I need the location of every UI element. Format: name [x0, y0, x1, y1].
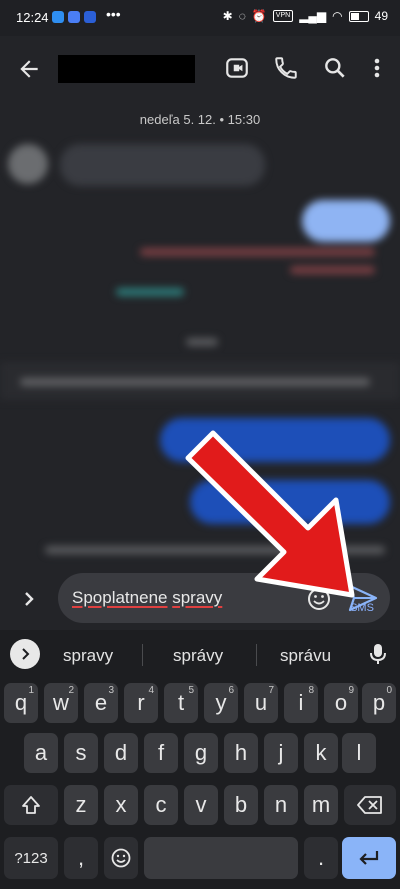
key-s[interactable]: s — [64, 733, 98, 773]
enter-key[interactable] — [342, 837, 396, 879]
shift-key[interactable] — [4, 785, 58, 825]
key-label: o — [334, 690, 348, 715]
chevron-right-icon[interactable] — [14, 584, 44, 614]
space-key[interactable] — [144, 837, 298, 879]
key-f[interactable]: f — [144, 733, 178, 773]
key-label: y — [215, 690, 227, 715]
key-v[interactable]: v — [184, 785, 218, 825]
key-hint: 0 — [386, 685, 392, 696]
battery-percent: 49 — [374, 9, 388, 23]
key-label: i — [298, 690, 304, 715]
key-c[interactable]: c — [144, 785, 178, 825]
emoji-icon — [111, 848, 131, 868]
symbols-key[interactable]: ?123 — [4, 837, 58, 879]
shift-icon — [22, 796, 40, 814]
key-a[interactable]: a — [24, 733, 58, 773]
status-link — [116, 288, 184, 296]
key-u[interactable]: u7 — [244, 683, 278, 723]
key-e[interactable]: e3 — [84, 683, 118, 723]
outgoing-message-bubble — [302, 200, 390, 242]
key-h[interactable]: h — [224, 733, 258, 773]
contact-name-redacted[interactable] — [58, 55, 195, 83]
arrow-left-icon[interactable] — [16, 56, 42, 82]
search-icon[interactable] — [322, 55, 348, 81]
key-label: r — [137, 690, 145, 715]
key-j[interactable]: j — [264, 733, 298, 773]
app-notification-icon — [52, 11, 64, 23]
key-t[interactable]: t5 — [164, 683, 198, 723]
key-hint: 7 — [268, 685, 274, 696]
error-status-text — [140, 248, 375, 256]
keyboard-menu-button[interactable] — [10, 639, 40, 669]
suggestion-1[interactable]: spravy — [63, 646, 113, 666]
suggestion-3[interactable]: správu — [280, 646, 331, 666]
suggestion-divider — [256, 644, 257, 666]
status-time: 12:24 — [16, 10, 49, 25]
phone-icon[interactable] — [273, 55, 299, 81]
alarm-icon: ⏰ — [251, 9, 267, 23]
comma-key[interactable]: , — [64, 837, 98, 879]
key-q[interactable]: q1 — [4, 683, 38, 723]
more-vertical-icon[interactable] — [366, 55, 388, 81]
key-g[interactable]: g — [184, 733, 218, 773]
vpn-icon: VPN — [272, 10, 294, 22]
message-word: Spoplatnene — [72, 588, 168, 607]
key-y[interactable]: y6 — [204, 683, 238, 723]
app-notification-icon — [84, 11, 96, 23]
key-hint: 4 — [148, 685, 154, 696]
key-label: e — [94, 690, 108, 715]
incoming-message-bubble — [60, 144, 265, 186]
status-icons: ✱ ◌ ⏰ VPN ▂▄▆ ◠ 49 — [223, 9, 388, 23]
key-p[interactable]: p0 — [362, 683, 396, 723]
red-arrow-annotation — [185, 430, 355, 598]
microphone-icon[interactable] — [368, 642, 388, 666]
key-w[interactable]: w2 — [44, 683, 78, 723]
error-status-text — [290, 266, 375, 274]
key-hint: 6 — [228, 685, 234, 696]
period-key[interactable]: . — [304, 837, 338, 879]
key-z[interactable]: z — [64, 785, 98, 825]
emoji-key[interactable] — [104, 837, 138, 879]
key-l[interactable]: l — [342, 733, 376, 773]
key-hint: 8 — [308, 685, 314, 696]
bluetooth-icon: ✱ — [222, 9, 233, 23]
info-banner-text — [20, 378, 370, 386]
key-m[interactable]: m — [304, 785, 338, 825]
enter-icon — [359, 851, 379, 865]
key-label: p — [372, 690, 386, 715]
battery-icon — [348, 10, 369, 22]
key-b[interactable]: b — [224, 785, 258, 825]
key-i[interactable]: i8 — [284, 683, 318, 723]
status-bar: 12:24 ••• ✱ ◌ ⏰ VPN ▂▄▆ ◠ 49 — [0, 0, 400, 36]
key-k[interactable]: k — [304, 733, 338, 773]
app-notification-icon — [68, 11, 80, 23]
key-label: q — [14, 690, 28, 715]
key-o[interactable]: o9 — [324, 683, 358, 723]
key-d[interactable]: d — [104, 733, 138, 773]
more-notifications-icon: ••• — [106, 6, 121, 22]
key-label: w — [53, 690, 69, 715]
status-text — [186, 338, 218, 346]
wifi-icon: ◠ — [332, 9, 343, 23]
key-x[interactable]: x — [104, 785, 138, 825]
backspace-icon — [357, 796, 382, 814]
avatar — [8, 144, 48, 184]
backspace-key[interactable] — [344, 785, 396, 825]
key-hint: 5 — [188, 685, 194, 696]
key-hint: 9 — [348, 685, 354, 696]
key-r[interactable]: r4 — [124, 683, 158, 723]
mute-icon: ◌ — [238, 9, 246, 23]
chevron-right-icon — [22, 648, 30, 660]
video-call-icon[interactable] — [224, 55, 250, 81]
suggestion-divider — [142, 644, 143, 666]
date-separator: nedeľa 5. 12. • 15:30 — [139, 112, 261, 127]
suggestion-2[interactable]: správy — [173, 646, 223, 666]
key-n[interactable]: n — [264, 785, 298, 825]
key-hint: 3 — [108, 685, 114, 696]
key-label: u — [254, 690, 268, 715]
key-label: t — [177, 690, 185, 715]
signal-icon: ▂▄▆ — [299, 9, 327, 23]
key-hint: 1 — [28, 685, 34, 696]
key-hint: 2 — [68, 685, 74, 696]
